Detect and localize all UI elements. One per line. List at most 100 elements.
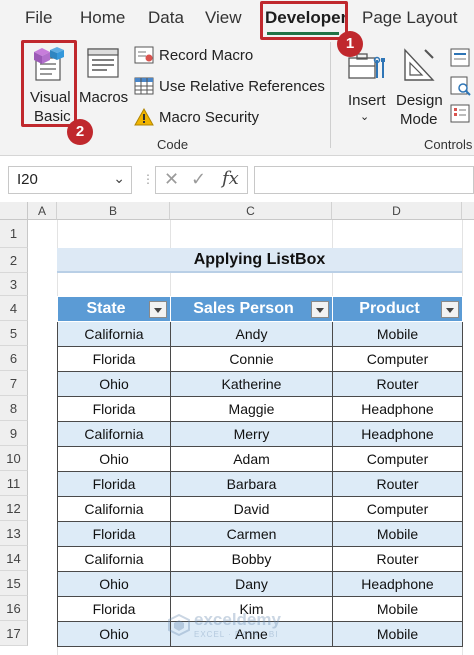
row-header-5[interactable]: 5 <box>0 321 28 346</box>
cell-state[interactable]: California <box>57 421 171 447</box>
cell-sales-person[interactable]: Dany <box>170 571 333 597</box>
step-2-badge: 2 <box>67 119 93 145</box>
insert-function-button[interactable]: fx <box>222 168 239 189</box>
cell-state[interactable]: Ohio <box>57 621 171 647</box>
cell-product[interactable]: Headphone <box>332 396 463 422</box>
row-header-1[interactable]: 1 <box>0 220 28 248</box>
row-header-11[interactable]: 11 <box>0 471 28 496</box>
row-header-6[interactable]: 6 <box>0 346 28 371</box>
tab-view[interactable]: View <box>205 8 242 28</box>
tab-file[interactable]: File <box>25 8 52 28</box>
cell-sales-person[interactable]: Carmen <box>170 521 333 547</box>
chevron-down-icon[interactable]: ⌄ <box>113 170 125 187</box>
filter-dropdown-icon[interactable] <box>149 301 167 318</box>
enter-check-icon[interactable]: ✓ <box>191 169 206 190</box>
record-macro-icon <box>134 46 154 64</box>
row-header-13[interactable]: 13 <box>0 521 28 546</box>
run-dialog-icon[interactable] <box>450 104 472 124</box>
worksheet-grid: A B C D 1 2 3 4 5 6 7 8 9 10 11 12 13 14 15 16 17 Applyi… <box>0 202 474 655</box>
properties-icon[interactable] <box>450 48 472 68</box>
cell-sales-person[interactable]: Adam <box>170 446 333 472</box>
cell-product[interactable]: Mobile <box>332 596 463 622</box>
row-header-3[interactable]: 3 <box>0 273 28 296</box>
cell-state[interactable]: Ohio <box>57 371 171 397</box>
cell-state[interactable]: Florida <box>57 346 171 372</box>
record-macro-button[interactable]: Record Macro <box>134 46 253 64</box>
view-code-icon[interactable] <box>450 76 472 96</box>
cell-state[interactable]: Ohio <box>57 571 171 597</box>
header-sales-person-label: Sales Person <box>193 300 294 317</box>
row-header-12[interactable]: 12 <box>0 496 28 521</box>
cell-product[interactable]: Router <box>332 471 463 497</box>
table-row: Ohio Katherine Router <box>57 371 463 397</box>
row-header-10[interactable]: 10 <box>0 446 28 471</box>
column-header-a[interactable]: A <box>28 202 57 220</box>
tab-page-layout[interactable]: Page Layout <box>362 8 457 28</box>
cell-sales-person[interactable]: David <box>170 496 333 522</box>
row-header-2[interactable]: 2 <box>0 248 28 273</box>
cell-product[interactable]: Computer <box>332 496 463 522</box>
header-sales-person[interactable]: Sales Person <box>170 296 333 322</box>
header-state[interactable]: State <box>57 296 171 322</box>
column-header-b[interactable]: B <box>57 202 170 220</box>
table-row: California Bobby Router <box>57 546 463 572</box>
formula-input[interactable] <box>254 166 474 194</box>
table-row: Florida Barbara Router <box>57 471 463 497</box>
cell-product[interactable]: Mobile <box>332 621 463 647</box>
filter-dropdown-icon[interactable] <box>311 301 329 318</box>
cell-product[interactable]: Headphone <box>332 571 463 597</box>
row-header-14[interactable]: 14 <box>0 546 28 571</box>
cell-sales-person[interactable]: Katherine <box>170 371 333 397</box>
filter-dropdown-icon[interactable] <box>441 301 459 318</box>
cell-product[interactable]: Router <box>332 371 463 397</box>
cell-sales-person[interactable]: Barbara <box>170 471 333 497</box>
column-header-d[interactable]: D <box>332 202 462 220</box>
cell-product[interactable]: Computer <box>332 346 463 372</box>
column-header-e[interactable] <box>462 202 474 220</box>
table-row: Florida Maggie Headphone <box>57 396 463 422</box>
cell-product[interactable]: Router <box>332 546 463 572</box>
controls-group-label: Controls <box>424 137 473 152</box>
cell-product[interactable]: Headphone <box>332 421 463 447</box>
cell-product[interactable]: Computer <box>332 446 463 472</box>
cell-state[interactable]: Florida <box>57 396 171 422</box>
drag-handle-icon[interactable]: ⋮ <box>142 172 154 186</box>
tab-data[interactable]: Data <box>148 8 184 28</box>
cell-sales-person[interactable]: Andy <box>170 321 333 347</box>
cell-product[interactable]: Mobile <box>332 321 463 347</box>
sheet-title[interactable]: Applying ListBox <box>57 248 462 273</box>
cell-state[interactable]: California <box>57 496 171 522</box>
row-header-17[interactable]: 17 <box>0 621 28 646</box>
name-box[interactable]: I20 ⌄ <box>8 166 132 194</box>
macro-security-button[interactable]: Macro Security <box>134 108 259 126</box>
header-product[interactable]: Product <box>332 296 463 322</box>
cell-sales-person[interactable]: Merry <box>170 421 333 447</box>
cell-state[interactable]: California <box>57 321 171 347</box>
cell-state[interactable]: California <box>57 546 171 572</box>
column-header-c[interactable]: C <box>170 202 332 220</box>
cell-sales-person[interactable]: Maggie <box>170 396 333 422</box>
row-header-7[interactable]: 7 <box>0 371 28 396</box>
row-header-9[interactable]: 9 <box>0 421 28 446</box>
cell-product[interactable]: Mobile <box>332 521 463 547</box>
cell-state[interactable]: Florida <box>57 521 171 547</box>
select-all-corner[interactable] <box>0 202 28 220</box>
cell-sales-person[interactable]: Bobby <box>170 546 333 572</box>
row-header-15[interactable]: 15 <box>0 571 28 596</box>
design-mode-button[interactable]: Design Mode <box>394 42 444 128</box>
cancel-icon[interactable]: ✕ <box>164 169 179 190</box>
use-relative-references-button[interactable]: Use Relative References <box>134 77 325 95</box>
row-header-16[interactable]: 16 <box>0 596 28 621</box>
table-row: Florida Connie Computer <box>57 346 463 372</box>
use-relative-references-label: Use Relative References <box>159 77 325 95</box>
tab-home[interactable]: Home <box>80 8 125 28</box>
table-body: California Andy Mobile Florida Connie Compute… <box>57 321 463 647</box>
row-header-4[interactable]: 4 <box>0 296 28 321</box>
macros-button[interactable]: Macros <box>78 42 128 112</box>
ribbon-tabs: File Home Data View Developer Page Layou… <box>0 0 474 36</box>
cell-state[interactable]: Florida <box>57 471 171 497</box>
cell-sales-person[interactable]: Connie <box>170 346 333 372</box>
row-header-8[interactable]: 8 <box>0 396 28 421</box>
cell-state[interactable]: Ohio <box>57 446 171 472</box>
cell-state[interactable]: Florida <box>57 596 171 622</box>
